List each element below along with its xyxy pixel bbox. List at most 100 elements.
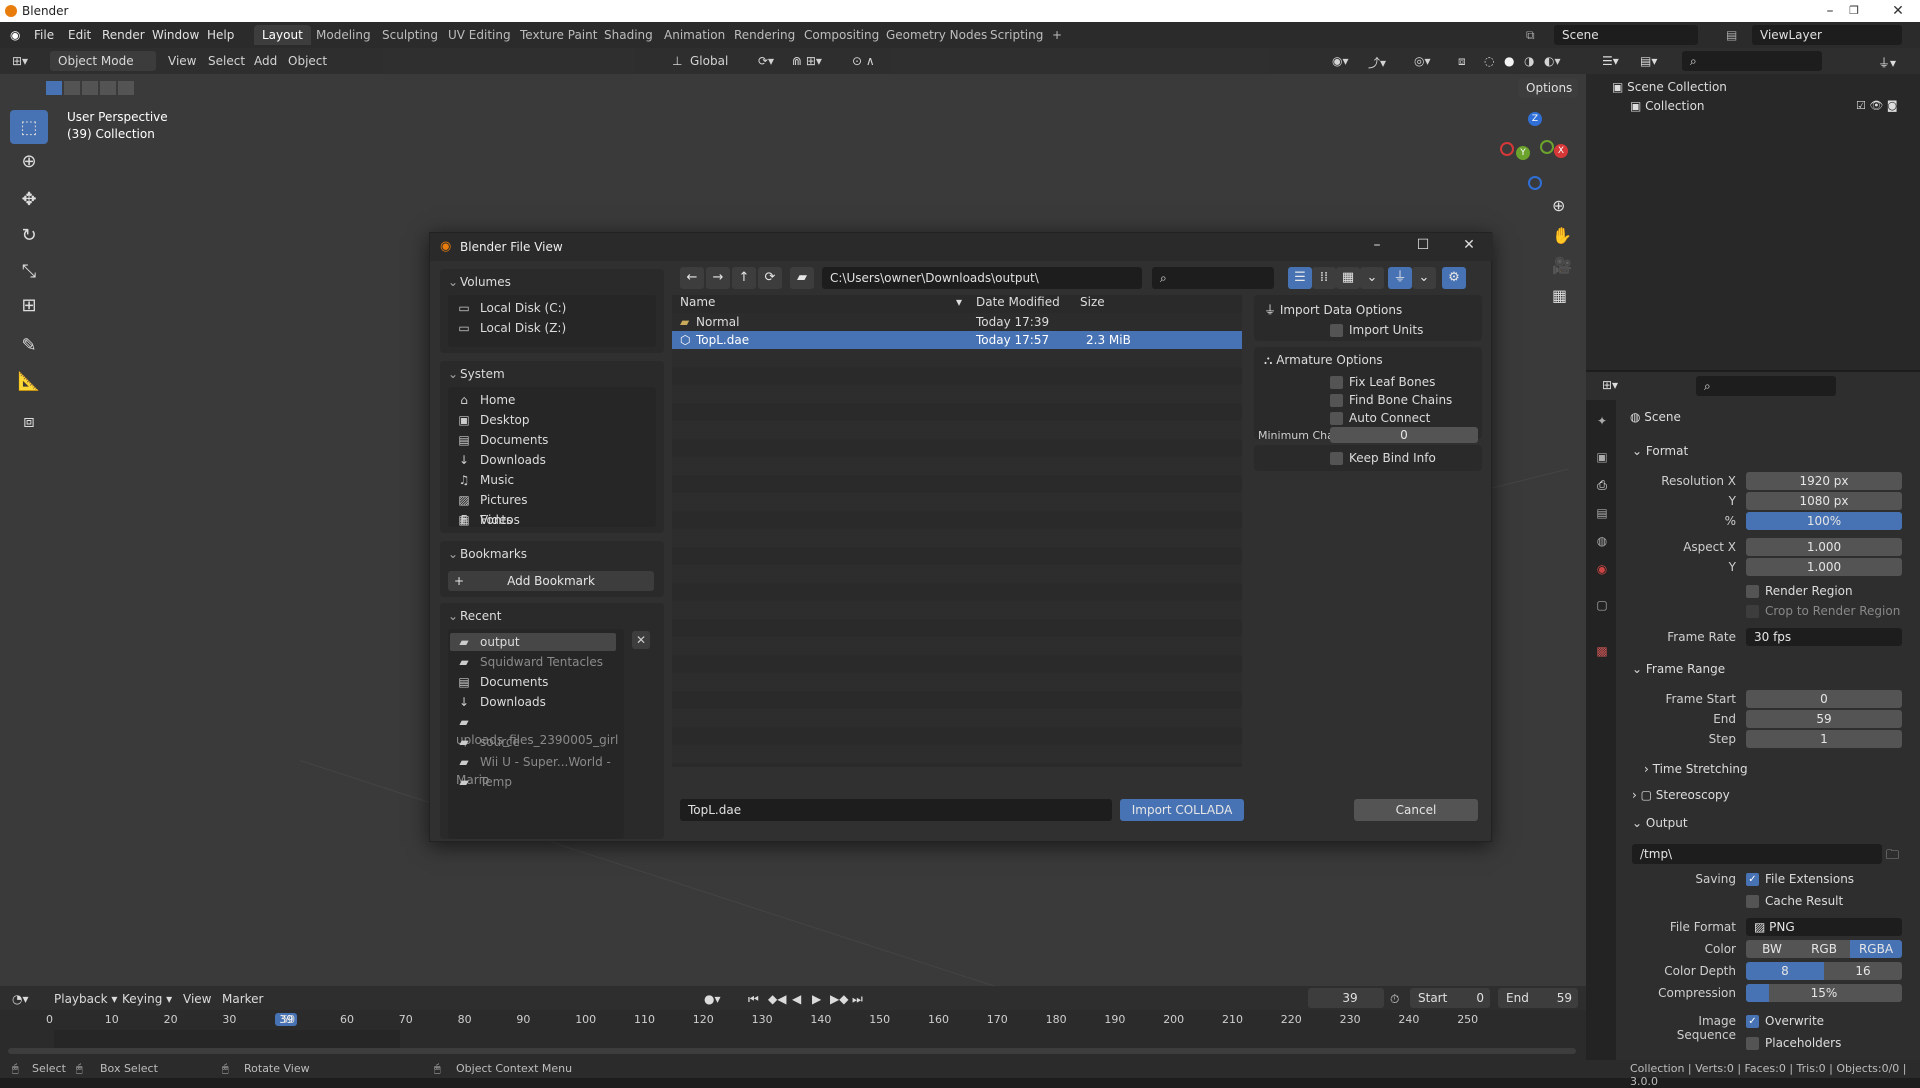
menu-edit[interactable]: Edit [68,28,91,42]
collection-visibility-icons[interactable]: ☑ 👁 ◙ [1856,99,1898,112]
parent-directory-icon[interactable]: ↑ [732,267,756,289]
outliner-search[interactable]: ⌕ [1682,51,1822,71]
bookmarks-panel-header[interactable]: ⌄ Bookmarks [440,541,664,565]
system-item-music[interactable]: ♫ Music [456,471,515,489]
viewport-menu-select[interactable]: Select [208,54,245,68]
dialog-maximize-icon[interactable]: ☐ [1410,237,1436,257]
frame-start-field[interactable]: 0 [1746,690,1902,708]
timeline-menu-marker[interactable]: Marker [222,992,263,1006]
xray-icon[interactable]: ⧈ [1458,54,1466,69]
import-units-checkbox[interactable]: Import Units [1330,322,1423,338]
texture-tab-icon[interactable]: ▩ [1594,644,1610,660]
gizmo-y-axis-icon[interactable]: Y [1516,146,1530,160]
auto-connect-checkbox[interactable]: Auto Connect [1330,410,1430,426]
camera-view-icon[interactable]: 🎥 [1552,256,1572,275]
outliner-scene-collection[interactable]: ▣ Scene Collection [1612,80,1727,94]
system-item-pictures[interactable]: ▨ Pictures [456,491,527,509]
current-frame-field[interactable]: 39 [1308,988,1384,1008]
select-subtract-icon[interactable] [82,81,98,95]
select-box-tool-icon[interactable]: ⬚ [10,110,48,144]
collection-tab-icon[interactable]: ▢ [1594,598,1610,614]
dialog-minimize-icon[interactable]: – [1364,237,1390,257]
add-workspace-icon[interactable]: + [1044,25,1070,45]
render-region-checkbox[interactable]: Render Region [1746,583,1853,599]
tab-uv-editing[interactable]: UV Editing [440,25,519,45]
frame-rate-dropdown[interactable]: 30 fps [1746,628,1902,646]
options-dropdown[interactable]: Options [1518,78,1578,98]
visibility-icon[interactable]: ◉▾ [1332,54,1349,68]
recent-item[interactable]: ▰uploads_files_2390005_girl [456,713,624,747]
system-panel-header[interactable]: ⌄ System [440,361,664,385]
move-tool-icon[interactable]: ✥ [10,182,48,216]
folder-browse-icon[interactable]: 🗀 [1886,846,1899,868]
timeline-menu-keying[interactable]: Keying ▾ [122,992,172,1006]
tab-geometry-nodes[interactable]: Geometry Nodes [878,25,995,45]
filter-files-icon[interactable]: ⏚ [1388,267,1412,289]
overwrite-checkbox[interactable]: ✓ Overwrite [1746,1013,1824,1029]
file-row[interactable]: ▰ Normal Today 17:39 [672,313,1242,331]
annotate-tool-icon[interactable]: ✎ [10,328,48,362]
volumes-panel-header[interactable]: ⌄ Volumes [440,269,664,293]
cache-result-checkbox[interactable]: Cache Result [1746,893,1843,909]
timeline-end-field[interactable]: End 59 [1498,988,1578,1008]
recent-panel-header[interactable]: ⌄ Recent [440,603,664,627]
resolution-x-field[interactable]: 1920 px [1746,472,1902,490]
armature-options-header[interactable]: ⛬ Armature Options [1264,353,1383,368]
menu-file[interactable]: File [34,28,54,42]
viewport-menu-object[interactable]: Object [288,54,327,68]
system-item-fonts[interactable]: F Fonts [456,511,513,529]
tab-texture-paint[interactable]: Texture Paint [512,25,605,45]
timeline-start-field[interactable]: Start 0 [1410,988,1490,1008]
clear-recent-icon[interactable]: ✕ [632,631,650,649]
file-row-selected[interactable]: ⬡ TopL.dae Today 17:57 2.3 MiB [672,331,1242,349]
close-window-icon[interactable]: ✕ [1876,0,1920,22]
forward-arrow-icon[interactable]: → [706,267,730,289]
tool-tab-icon[interactable]: ✦ [1594,414,1610,430]
select-invert-icon[interactable] [100,81,116,95]
system-item-downloads[interactable]: ↓ Downloads [456,451,546,469]
blender-menu-icon[interactable]: ◉ [10,28,20,42]
list-view-vertical-icon[interactable]: ☰ [1288,267,1312,289]
measure-tool-icon[interactable]: 📐 [10,364,48,398]
aspect-y-field[interactable]: 1.000 [1746,558,1902,576]
outliner-editor-icon[interactable]: ☰▾ [1602,54,1619,68]
stopwatch-icon[interactable]: ⏱ [1390,992,1399,1007]
solid-shading-icon[interactable]: ● [1504,54,1514,68]
directory-path-field[interactable]: C:\Users\owner\Downloads\output\ [822,267,1142,289]
add-cube-tool-icon[interactable]: ⧈ [10,404,48,438]
zoom-icon[interactable]: ⊕ [1552,196,1565,215]
play-icon[interactable]: ▶ [812,992,821,1006]
recent-item[interactable]: ▰ output [450,633,616,651]
rotate-tool-icon[interactable]: ↻ [10,218,48,252]
recent-item[interactable]: ▤ Documents [456,673,548,691]
file-format-dropdown[interactable]: ▨ PNG [1746,918,1902,936]
stereoscopy-panel-header[interactable]: › ▢ Stereoscopy [1632,788,1730,802]
time-stretching-subpanel[interactable]: › Time Stretching [1644,762,1748,776]
render-tab-icon[interactable]: ▣ [1594,450,1610,466]
column-name-header[interactable]: Name [680,295,715,309]
file-list[interactable]: Name ▾ Date Modified Size ▰ Normal Today… [672,295,1242,767]
wireframe-shading-icon[interactable]: ◌ [1484,54,1494,68]
snap-icon[interactable]: ⋒ ⊞▾ [792,54,822,68]
fix-leaf-bones-checkbox[interactable]: Fix Leaf Bones [1330,374,1435,390]
timeline-menu-view[interactable]: View [183,992,211,1006]
tab-modeling[interactable]: Modeling [308,25,379,45]
tab-compositing[interactable]: Compositing [796,25,887,45]
output-panel-header[interactable]: ⌄ Output [1632,816,1688,830]
frame-step-field[interactable]: 1 [1746,730,1902,748]
rendered-shading-icon[interactable]: ◐▾ [1544,54,1561,68]
color-rgb-button[interactable]: RGB [1798,940,1850,958]
proportional-edit-icon[interactable]: ⊙ ∧ [852,54,875,68]
settings-gear-icon[interactable]: ⚙ [1442,267,1466,289]
column-date-header[interactable]: Date Modified [976,295,1060,309]
restore-icon[interactable]: ❐ [1832,0,1876,22]
cancel-button[interactable]: Cancel [1354,799,1478,821]
editor-type-icon[interactable]: ⊞▾ [12,54,28,68]
scene-selector[interactable]: Scene [1554,25,1698,45]
gizmo-icon[interactable]: ⤴▾ [1368,54,1386,71]
cursor-tool-icon[interactable]: ⊕ [10,144,48,178]
tab-rendering[interactable]: Rendering [726,25,803,45]
material-shading-icon[interactable]: ◑ [1524,54,1534,68]
placeholders-checkbox[interactable]: Placeholders [1746,1035,1841,1051]
orientation-icon[interactable]: ⊥ [672,54,682,68]
